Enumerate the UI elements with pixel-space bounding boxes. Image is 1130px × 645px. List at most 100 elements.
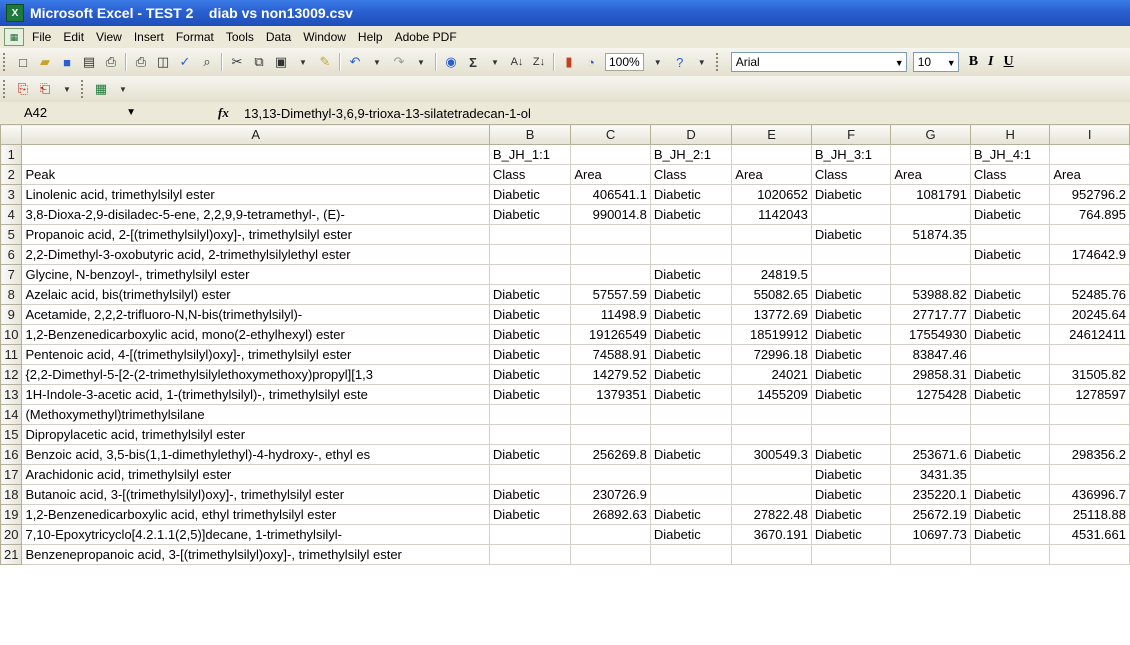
cell[interactable] [731,464,812,485]
cell[interactable]: Benzenepropanoic acid, 3-[(trimethylsily… [21,544,490,565]
toolbar-grip[interactable] [715,53,721,71]
toolbar-grip[interactable] [3,53,8,71]
column-header[interactable]: I [1049,124,1130,145]
cell[interactable]: Diabetic [969,304,1051,325]
toolbar-options-icon[interactable]: ▼ [692,52,712,72]
row-header[interactable]: 16 [0,444,23,465]
cell[interactable]: Diabetic [649,204,733,225]
chevron-down-icon[interactable]: ▼ [648,52,668,72]
toolbar-options-icon[interactable]: ▼ [57,79,77,99]
row-header[interactable]: 14 [0,404,23,425]
cell[interactable]: 53988.82 [890,284,971,305]
cell[interactable]: Diabetic [810,344,892,365]
cell[interactable] [890,144,971,165]
cell[interactable] [969,404,1051,425]
cell[interactable] [488,464,572,485]
redo-icon[interactable]: ↷ [389,52,409,72]
underline-button[interactable]: U [1004,54,1014,70]
cell[interactable]: Diabetic [969,204,1051,225]
cell[interactable]: Diabetic [649,284,733,305]
menu-insert[interactable]: Insert [134,30,164,44]
cell[interactable]: Diabetic [488,184,572,205]
cell[interactable]: 4531.661 [1049,524,1130,545]
cell[interactable]: Benzoic acid, 3,5-bis(1,1-dimethylethyl)… [21,444,490,465]
cell[interactable]: Diabetic [649,444,733,465]
cell[interactable] [488,544,572,565]
cell[interactable]: Diabetic [810,284,892,305]
cell[interactable]: 51874.35 [890,224,971,245]
chevron-down-icon[interactable]: ▼ [947,54,956,72]
cell[interactable] [488,524,572,545]
cell[interactable]: 11498.9 [570,304,651,325]
cell[interactable] [890,424,971,445]
menu-format[interactable]: Format [176,30,214,44]
save-icon[interactable]: ■ [57,52,77,72]
cell[interactable] [649,544,733,565]
cell[interactable]: 298356.2 [1049,444,1130,465]
cell[interactable]: Diabetic [969,324,1051,345]
cell[interactable] [488,244,572,265]
undo-icon[interactable]: ↶ [345,52,365,72]
cell[interactable]: Diabetic [810,364,892,385]
cell[interactable]: 230726.9 [570,484,651,505]
cell[interactable] [969,264,1051,285]
cell[interactable]: Linolenic acid, trimethylsilyl ester [21,184,490,205]
sort-ascending-icon[interactable]: A↓ [507,52,527,72]
cell[interactable]: Diabetic [810,484,892,505]
column-header[interactable]: C [570,124,651,145]
cell[interactable]: Diabetic [810,224,892,245]
cell[interactable] [731,144,812,165]
cell[interactable] [488,424,572,445]
cell[interactable]: Diabetic [649,344,733,365]
cell[interactable]: 13772.69 [731,304,812,325]
cell[interactable] [1049,344,1130,365]
cell[interactable]: 253671.6 [890,444,971,465]
menu-window[interactable]: Window [303,30,346,44]
cell[interactable]: 1275428 [890,384,971,405]
copy-icon[interactable]: ⧉ [249,52,269,72]
cell[interactable] [570,144,651,165]
cell[interactable]: 19126549 [570,324,651,345]
cell[interactable]: 1379351 [570,384,651,405]
row-header[interactable]: 21 [0,544,23,565]
cell[interactable]: 57557.59 [570,284,651,305]
format-painter-icon[interactable]: ✎ [315,52,335,72]
permission-icon[interactable]: ▤ [79,52,99,72]
cell[interactable]: Diabetic [969,444,1051,465]
cell[interactable]: Azelaic acid, bis(trimethylsilyl) ester [21,284,490,305]
chevron-down-icon[interactable]: ▼ [485,52,505,72]
cell[interactable]: Diabetic [810,464,892,485]
toolbar-grip[interactable] [3,80,8,98]
cell[interactable] [969,544,1051,565]
insert-function-icon[interactable]: fx [218,105,236,121]
cell[interactable]: Diabetic [649,384,733,405]
cell[interactable] [1049,544,1130,565]
cell[interactable] [1049,424,1130,445]
cell[interactable] [488,224,572,245]
cell[interactable]: Diabetic [810,384,892,405]
cell[interactable]: 990014.8 [570,204,651,225]
preview-icon[interactable]: ◫ [153,52,173,72]
cell[interactable] [890,244,971,265]
cell[interactable]: Diabetic [649,364,733,385]
cell[interactable]: 25118.88 [1049,504,1130,525]
hyperlink-icon[interactable]: ◉ [441,52,461,72]
cell[interactable]: Diabetic [810,524,892,545]
cell[interactable]: Diabetic [969,384,1051,405]
cell[interactable] [488,264,572,285]
cell[interactable] [649,424,733,445]
name-box[interactable]: A42 ▼ [24,104,144,122]
cell[interactable]: Diabetic [969,524,1051,545]
cell[interactable] [731,244,812,265]
menu-file[interactable]: File [32,30,51,44]
cell[interactable]: Arachidonic acid, trimethylsilyl ester [21,464,490,485]
cell[interactable] [649,244,733,265]
cell[interactable]: 20245.64 [1049,304,1130,325]
paste-icon[interactable]: ▣ [271,52,291,72]
cell[interactable]: 18519912 [731,324,812,345]
cell[interactable]: 74588.91 [570,344,651,365]
cell[interactable] [649,224,733,245]
cell[interactable]: 27717.77 [890,304,971,325]
cell[interactable] [570,544,651,565]
cell[interactable]: 14279.52 [570,364,651,385]
